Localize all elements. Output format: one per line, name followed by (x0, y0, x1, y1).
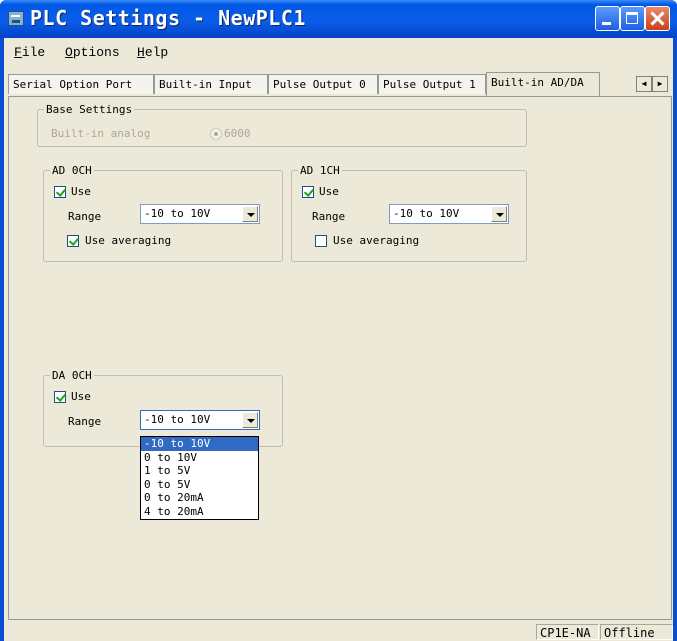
da-0ch-use-checkbox[interactable] (54, 391, 66, 403)
chevron-down-icon[interactable] (242, 206, 258, 222)
ad-0ch-averaging-checkbox[interactable] (67, 235, 79, 247)
menu-bar: File Options Help (4, 42, 673, 62)
tab-scroll-buttons: ◀ ▶ (636, 76, 670, 92)
tab-panel-built-in-ad-da: Base Settings Built-in analog 6000 AD 0C… (8, 96, 672, 620)
chevron-down-icon[interactable] (242, 412, 258, 428)
ad-0ch-averaging-label: Use averaging (85, 234, 172, 247)
chevron-down-icon[interactable] (491, 206, 507, 222)
menu-help[interactable]: Help (137, 45, 168, 60)
status-bar: CP1E-NA Offline (4, 621, 673, 641)
built-in-analog-label: Built-in analog (51, 127, 151, 140)
ad-1ch-range-select[interactable]: -10 to 10V (389, 204, 509, 224)
base-settings-group: Base Settings (37, 103, 527, 147)
tab-scroll-right-icon[interactable]: ▶ (652, 76, 668, 92)
tab-pulse-output-1[interactable]: Pulse Output 1 (378, 74, 486, 94)
tab-built-in-input[interactable]: Built-in Input (154, 74, 268, 94)
ad-1ch-range-label: Range (312, 210, 346, 223)
minimize-button[interactable] (595, 6, 620, 31)
da-0ch-range-dropdown-list: -10 to 10V 0 to 10V 1 to 5V 0 to 5V 0 to… (140, 436, 259, 520)
range-option[interactable]: 1 to 5V (141, 464, 258, 478)
tab-serial-option-port[interactable]: Serial Option Port (8, 74, 154, 94)
ad-0ch-use-checkbox[interactable] (54, 186, 66, 198)
da-0ch-use-label: Use (71, 390, 91, 403)
range-option[interactable]: -10 to 10V (141, 437, 258, 451)
plc-settings-window: PLC Settings - NewPLC1 File Options Help… (0, 0, 677, 641)
ad-0ch-use-label: Use (71, 185, 91, 198)
range-option[interactable]: 0 to 5V (141, 478, 258, 492)
tab-pulse-output-0[interactable]: Pulse Output 0 (268, 74, 378, 94)
range-option[interactable]: 0 to 10V (141, 451, 258, 465)
menu-file[interactable]: File (14, 45, 45, 60)
window-title: PLC Settings - NewPLC1 (30, 6, 306, 30)
tab-scroll-left-icon[interactable]: ◀ (636, 76, 652, 92)
da-0ch-range-select[interactable]: -10 to 10V (140, 410, 260, 430)
status-connection: Offline (600, 624, 673, 640)
ad-1ch-averaging-checkbox[interactable] (315, 235, 327, 247)
status-model: CP1E-NA (536, 624, 599, 640)
da-0ch-range-label: Range (68, 415, 102, 428)
range-option[interactable]: 0 to 20mA (141, 491, 258, 505)
maximize-button[interactable] (620, 6, 645, 31)
ad-0ch-legend: AD 0CH (52, 164, 92, 177)
menu-options[interactable]: Options (65, 45, 120, 60)
plc-app-icon (8, 11, 24, 26)
analog-6000-label: 6000 (224, 127, 251, 140)
close-button[interactable] (645, 6, 670, 31)
tab-built-in-ad-da[interactable]: Built-in AD/DA (486, 72, 600, 96)
ad-0ch-range-select[interactable]: -10 to 10V (140, 204, 260, 224)
ad-1ch-use-checkbox[interactable] (302, 186, 314, 198)
ad-1ch-legend: AD 1CH (300, 164, 340, 177)
title-bar[interactable]: PLC Settings - NewPLC1 (0, 0, 677, 38)
ad-1ch-averaging-label: Use averaging (333, 234, 420, 247)
base-settings-legend: Base Settings (46, 103, 133, 116)
ad-1ch-use-label: Use (319, 185, 339, 198)
analog-6000-radio[interactable] (210, 128, 222, 140)
range-option[interactable]: 4 to 20mA (141, 505, 258, 519)
da-0ch-legend: DA 0CH (52, 369, 92, 382)
ad-0ch-range-label: Range (68, 210, 102, 223)
